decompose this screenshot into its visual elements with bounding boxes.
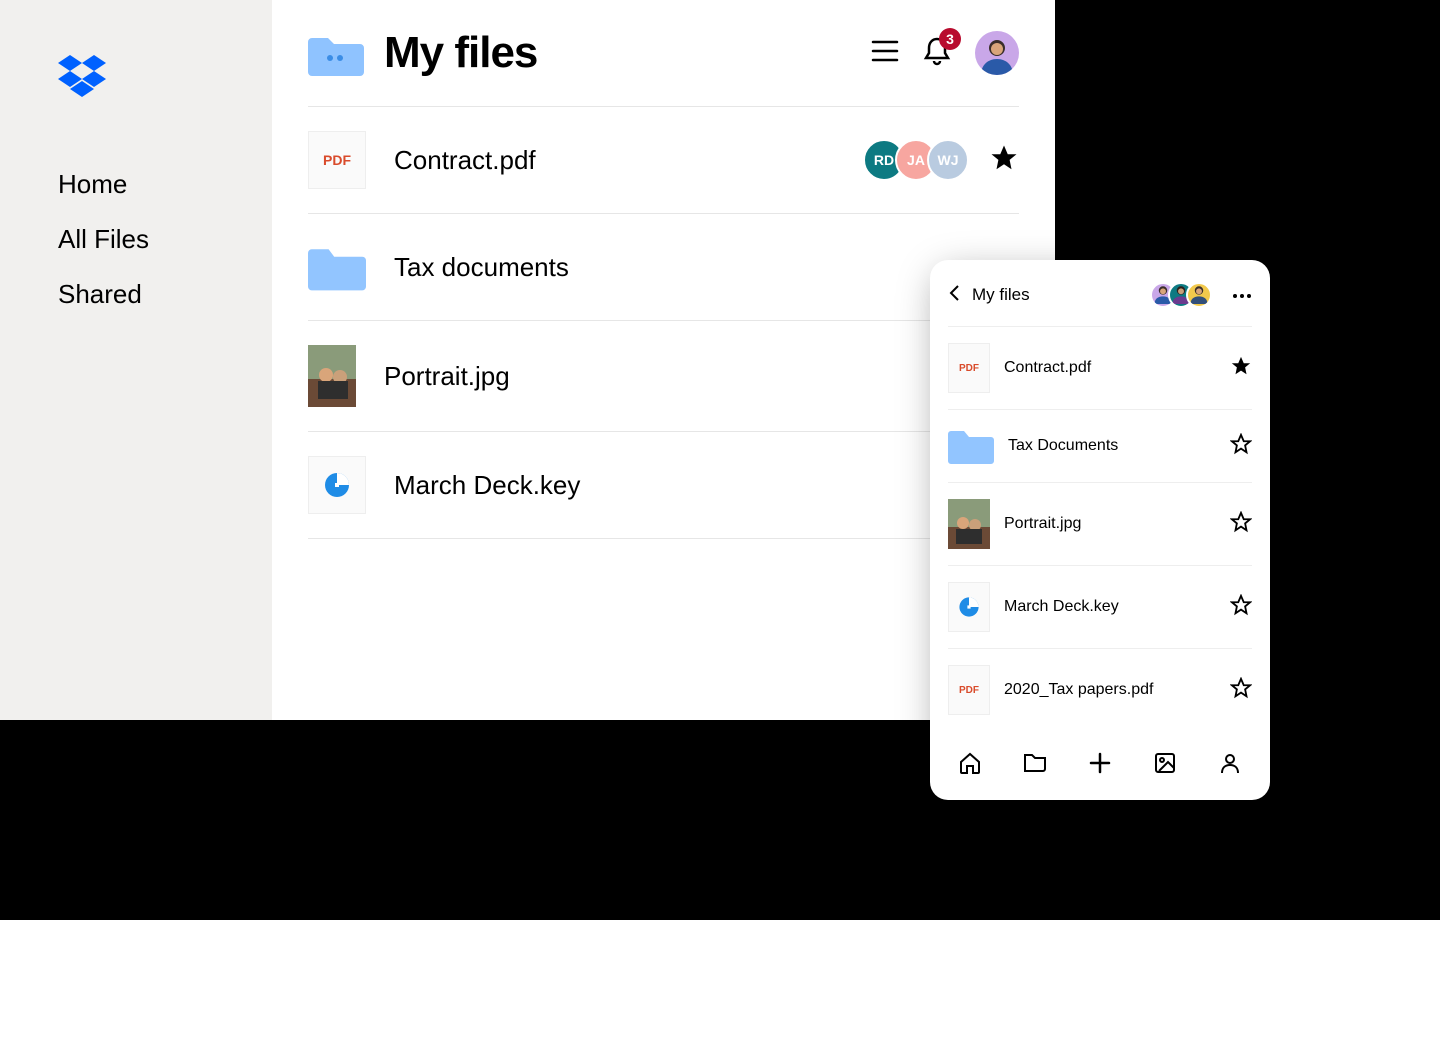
shared-member-stack[interactable]: RD JA WJ xyxy=(863,139,969,181)
star-outline-icon[interactable] xyxy=(1230,594,1252,621)
folder-icon[interactable] xyxy=(1023,751,1047,780)
dropbox-logo-icon[interactable] xyxy=(58,55,272,102)
folder-icon xyxy=(308,238,366,296)
file-name: Portrait.jpg xyxy=(384,361,510,392)
photos-icon[interactable] xyxy=(1153,751,1177,780)
notifications-icon[interactable]: 3 xyxy=(923,36,951,71)
pdf-file-icon: PDF xyxy=(948,665,990,715)
image-thumbnail xyxy=(308,345,356,407)
member-avatar: WJ xyxy=(927,139,969,181)
desktop-window: Home All Files Shared My files xyxy=(0,0,1055,720)
main-header: My files 3 xyxy=(308,28,1019,106)
menu-icon[interactable] xyxy=(871,39,899,68)
user-avatar[interactable] xyxy=(975,31,1019,75)
mobile-file-row[interactable]: PDF Contract.pdf xyxy=(948,326,1252,409)
file-list: PDF Contract.pdf RD JA WJ xyxy=(308,106,1019,539)
pdf-file-icon: PDF xyxy=(948,343,990,393)
file-name: March Deck.key xyxy=(1004,598,1119,616)
sidebar-item-home[interactable]: Home xyxy=(58,157,272,212)
star-icon[interactable] xyxy=(989,143,1019,178)
star-outline-icon[interactable] xyxy=(1230,511,1252,538)
file-row-tax-documents[interactable]: Tax documents xyxy=(308,213,1019,320)
mobile-file-row[interactable]: PDF 2020_Tax papers.pdf xyxy=(948,648,1252,731)
image-thumbnail xyxy=(948,499,990,549)
mobile-header: My files xyxy=(948,282,1252,308)
mobile-file-row[interactable]: March Deck.key xyxy=(948,565,1252,648)
mobile-file-row[interactable]: Tax Documents xyxy=(948,409,1252,482)
sidebar-item-all-files[interactable]: All Files xyxy=(58,212,272,267)
file-row-portrait[interactable]: Portrait.jpg xyxy=(308,320,1019,431)
star-outline-icon[interactable] xyxy=(1230,433,1252,460)
star-outline-icon[interactable] xyxy=(1230,677,1252,704)
file-name: Tax documents xyxy=(394,252,569,283)
member-avatar xyxy=(1186,282,1212,308)
mobile-avatar-stack[interactable] xyxy=(1150,282,1212,308)
file-name: Portrait.jpg xyxy=(1004,515,1081,533)
mobile-card: My files PDF Contract.pdf Tax Documents xyxy=(930,260,1270,800)
file-row-march-deck[interactable]: March Deck.key xyxy=(308,431,1019,539)
folder-icon xyxy=(948,426,994,466)
sidebar: Home All Files Shared xyxy=(0,0,272,720)
shared-folder-icon xyxy=(308,30,364,76)
file-name: 2020_Tax papers.pdf xyxy=(1004,681,1153,699)
home-icon[interactable] xyxy=(958,751,982,780)
file-name: Contract.pdf xyxy=(1004,359,1091,377)
back-icon[interactable] xyxy=(948,284,962,307)
file-row-contract[interactable]: PDF Contract.pdf RD JA WJ xyxy=(308,106,1019,213)
sidebar-item-shared[interactable]: Shared xyxy=(58,267,272,322)
account-icon[interactable] xyxy=(1218,751,1242,780)
background-filler xyxy=(0,720,1055,920)
mobile-tabbar xyxy=(948,731,1252,786)
file-name: Contract.pdf xyxy=(394,145,536,176)
more-icon[interactable] xyxy=(1232,286,1252,304)
add-icon[interactable] xyxy=(1088,751,1112,780)
pdf-file-icon: PDF xyxy=(308,131,366,189)
file-name: March Deck.key xyxy=(394,470,580,501)
notification-badge: 3 xyxy=(939,28,961,50)
mobile-file-row[interactable]: Portrait.jpg xyxy=(948,482,1252,565)
mobile-title: My files xyxy=(972,285,1030,305)
page-title: My files xyxy=(384,28,537,78)
file-name: Tax Documents xyxy=(1008,437,1118,455)
keynote-file-icon xyxy=(308,456,366,514)
keynote-file-icon xyxy=(948,582,990,632)
star-icon[interactable] xyxy=(1230,355,1252,382)
